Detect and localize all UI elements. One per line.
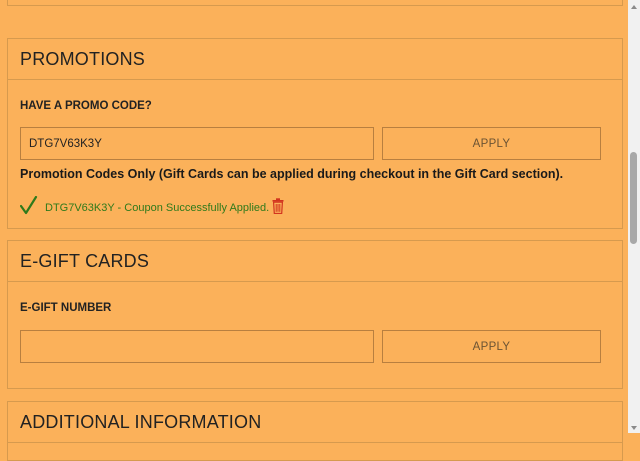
coupon-applied-message: DTG7V63K3Y - Coupon Successfully Applied… <box>45 202 270 214</box>
coupon-applied-status: DTG7V63K3Y - Coupon Successfully Applied… <box>19 195 284 217</box>
promotions-panel: PROMOTIONS HAVE A PROMO CODE? APPLY Prom… <box>7 38 623 229</box>
scroll-down-arrow-icon[interactable] <box>628 421 640 433</box>
egift-number-label: E-GIFT NUMBER <box>20 302 112 314</box>
egift-title: E-GIFT CARDS <box>8 241 622 282</box>
vertical-scrollbar[interactable] <box>628 0 640 433</box>
scroll-up-arrow-icon[interactable] <box>628 0 640 12</box>
egift-number-input[interactable] <box>20 330 374 363</box>
trash-icon[interactable] <box>272 198 284 215</box>
egift-cards-panel: E-GIFT CARDS E-GIFT NUMBER APPLY <box>7 240 623 389</box>
egift-apply-button[interactable]: APPLY <box>382 330 601 363</box>
additional-information-title[interactable]: ADDITIONAL INFORMATION <box>8 402 622 443</box>
promo-code-input[interactable] <box>20 127 374 160</box>
previous-section-panel <box>7 0 623 6</box>
promo-note: Promotion Codes Only (Gift Cards can be … <box>20 167 564 181</box>
additional-information-panel: ADDITIONAL INFORMATION <box>7 401 623 461</box>
scrollbar-thumb[interactable] <box>630 152 637 244</box>
promo-code-label: HAVE A PROMO CODE? <box>20 100 152 112</box>
checkout-page: PROMOTIONS HAVE A PROMO CODE? APPLY Prom… <box>0 0 628 461</box>
promotions-title: PROMOTIONS <box>8 39 622 80</box>
promo-apply-button[interactable]: APPLY <box>382 127 601 160</box>
check-icon <box>19 195 38 216</box>
